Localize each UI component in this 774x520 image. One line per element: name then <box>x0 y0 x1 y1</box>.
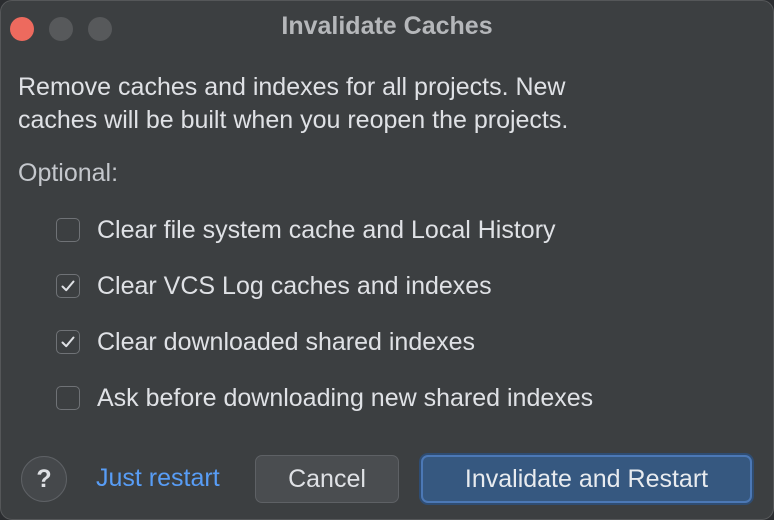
invalidate-and-restart-button[interactable]: Invalidate and Restart <box>421 455 752 503</box>
option-label: Clear file system cache and Local Histor… <box>97 215 556 244</box>
cancel-button[interactable]: Cancel <box>255 455 399 503</box>
optional-label: Optional: <box>18 159 119 187</box>
dialog-title: Invalidate Caches <box>281 12 493 40</box>
just-restart-link[interactable]: Just restart <box>96 464 220 493</box>
option-label: Ask before downloading new shared indexe… <box>97 383 594 412</box>
invalidate-caches-dialog: Invalidate Caches Remove caches and inde… <box>0 0 774 520</box>
dialog-description: Remove caches and indexes for all projec… <box>18 73 569 134</box>
option-clear-downloaded-shared-indexes[interactable]: Clear downloaded shared indexes <box>56 327 475 357</box>
option-ask-before-downloading[interactable]: Ask before downloading new shared indexe… <box>56 383 593 413</box>
option-label: Clear downloaded shared indexes <box>97 327 476 356</box>
option-label: Clear VCS Log caches and indexes <box>97 271 492 300</box>
option-clear-file-system-cache[interactable]: Clear file system cache and Local Histor… <box>56 215 556 245</box>
checkbox-checked-icon[interactable] <box>56 274 80 298</box>
option-clear-vcs-log-caches[interactable]: Clear VCS Log caches and indexes <box>56 271 492 301</box>
checkbox-unchecked-icon[interactable] <box>56 218 80 242</box>
title-bar: Invalidate Caches <box>1 1 773 55</box>
checkbox-checked-icon[interactable] <box>56 330 80 354</box>
checkbox-unchecked-icon[interactable] <box>56 386 80 410</box>
help-button[interactable]: ? <box>21 456 67 502</box>
